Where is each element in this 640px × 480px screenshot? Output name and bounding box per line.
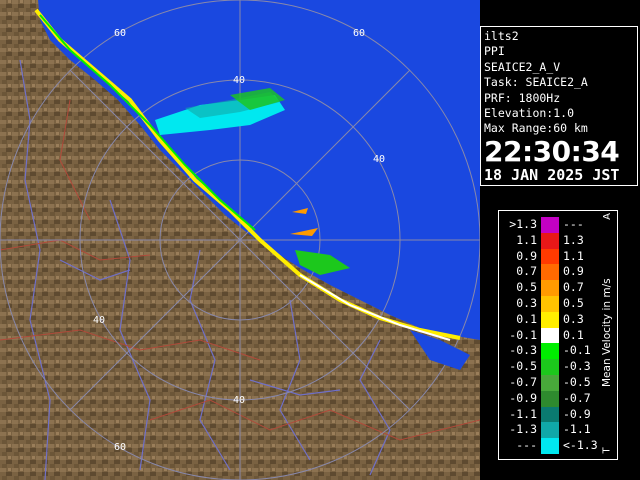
legend-color-swatch xyxy=(541,406,559,423)
legend-high-value: 0.7 xyxy=(563,280,584,295)
legend-high-value: -0.7 xyxy=(563,390,591,405)
legend-color-swatch xyxy=(541,217,559,233)
legend-low-value: --- xyxy=(516,438,537,453)
legend-low-value: >1.3 xyxy=(509,217,537,231)
legend-low-value: -0.9 xyxy=(509,390,537,405)
legend-high-value: -0.5 xyxy=(563,375,591,389)
legend-color-swatch xyxy=(541,296,559,312)
legend-color-swatch xyxy=(541,390,559,407)
range-rings xyxy=(0,0,480,480)
legend-row: >1.3 --- xyxy=(499,217,617,233)
legend-low-value: 1.1 xyxy=(516,232,537,247)
legend-row: -1.1 -0.9 xyxy=(499,406,617,423)
radar-map: 60 60 40 40 40 40 60 xyxy=(0,0,480,480)
scan-date: 18 JAN 2025 JST xyxy=(484,165,620,184)
radar-info-panel: ilts2 PPI SEAICE2_A_V Task: SEAICE2_A PR… xyxy=(480,26,638,186)
legend-color-swatch xyxy=(541,359,559,375)
legend-row: 0.5 0.7 xyxy=(499,280,617,296)
range-label: 40 xyxy=(93,315,105,326)
legend-high-value: 1.1 xyxy=(563,248,584,263)
legend-title: Mean Velocity in m/s xyxy=(601,278,613,388)
legend-row: 0.9 1.1 xyxy=(499,248,617,265)
range-label: 60 xyxy=(114,28,126,39)
legend-away-mark: A xyxy=(601,213,613,220)
velocity-legend: >1.3 --- 1.1 1.3 0.9 1.1 0.7 0.9 0.5 0.7 0.3 0.5 0.1… xyxy=(498,210,618,460)
legend-high-value: 0.3 xyxy=(563,311,584,326)
legend-low-value: -0.3 xyxy=(509,343,537,358)
legend-low-value: -0.7 xyxy=(509,375,537,389)
legend-row: 1.1 1.3 xyxy=(499,232,617,249)
scan-type: PPI xyxy=(484,44,505,59)
legend-row: -0.9 -0.7 xyxy=(499,390,617,407)
legend-high-value: 1.3 xyxy=(563,232,584,247)
radar-ppi-display[interactable]: 60 60 40 40 40 40 60 xyxy=(0,0,480,480)
prf-value: PRF: 1800Hz xyxy=(484,90,561,105)
legend-high-value: -1.1 xyxy=(563,422,591,437)
range-label: 40 xyxy=(373,154,385,165)
legend-row: -0.1 0.1 xyxy=(499,327,617,344)
legend-low-value: 0.3 xyxy=(516,296,537,310)
legend-low-value: -0.1 xyxy=(509,327,537,342)
legend-high-value: 0.5 xyxy=(563,296,584,310)
site-name: ilts2 xyxy=(484,29,519,43)
legend-row: 0.3 0.5 xyxy=(499,296,617,312)
range-label: 60 xyxy=(114,442,126,453)
legend-row: 0.1 0.3 xyxy=(499,311,617,328)
task-name: Task: SEAICE2_A xyxy=(484,75,588,90)
legend-high-value: -0.9 xyxy=(563,406,591,421)
legend-low-value: 0.7 xyxy=(516,264,537,279)
legend-low-value: 0.1 xyxy=(516,311,537,326)
legend-high-value: 0.1 xyxy=(563,327,584,342)
legend-high-value: <-1.3 xyxy=(563,438,598,453)
legend-color-swatch xyxy=(541,438,559,454)
legend-color-swatch xyxy=(541,311,559,328)
legend-row: --- <-1.3 xyxy=(499,438,617,454)
legend-row: 0.7 0.9 xyxy=(499,264,617,281)
legend-row: -0.5 -0.3 xyxy=(499,359,617,375)
legend-row: -1.3 -1.1 xyxy=(499,422,617,439)
legend-low-value: 0.9 xyxy=(516,248,537,263)
elevation-value: Elevation:1.0 xyxy=(484,106,575,121)
legend-color-swatch xyxy=(541,327,559,344)
legend-row: -0.3 -0.1 xyxy=(499,343,617,360)
legend-color-swatch xyxy=(541,422,559,439)
range-label: 40 xyxy=(233,75,245,86)
legend-low-value: -1.1 xyxy=(509,406,537,421)
scan-time: 22:30:34 xyxy=(484,134,620,168)
legend-color-swatch xyxy=(541,248,559,265)
legend-color-swatch xyxy=(541,375,559,391)
legend-color-swatch xyxy=(541,232,559,249)
legend-low-value: 0.5 xyxy=(516,280,537,295)
legend-high-value: -0.1 xyxy=(563,343,591,358)
legend-toward-mark: T xyxy=(601,447,613,454)
legend-color-swatch xyxy=(541,343,559,360)
legend-high-value: -0.3 xyxy=(563,359,591,374)
legend-low-value: -1.3 xyxy=(509,422,537,437)
legend-color-swatch xyxy=(541,280,559,296)
legend-low-value: -0.5 xyxy=(509,359,537,374)
range-label: 40 xyxy=(233,395,245,406)
legend-color-swatch xyxy=(541,264,559,281)
range-label: 60 xyxy=(353,28,365,39)
product-name: SEAICE2_A_V xyxy=(484,59,561,74)
legend-row: -0.7 -0.5 xyxy=(499,375,617,391)
legend-high-value: --- xyxy=(563,217,584,231)
legend-high-value: 0.9 xyxy=(563,264,584,279)
